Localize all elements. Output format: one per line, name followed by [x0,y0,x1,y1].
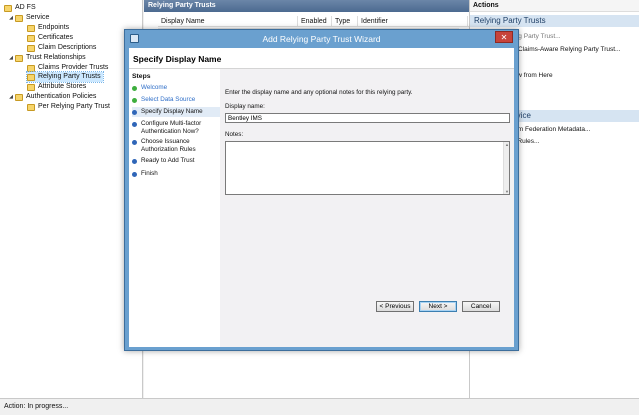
folder-icon [27,24,35,32]
expand-arrow-icon[interactable]: ◢ [8,53,14,63]
step-status-icon [132,139,137,145]
tree-node-adfs[interactable]: AD FS [4,3,36,13]
status-bar: Action: In progress... [0,398,639,415]
tree-node-label: Claim Descriptions [38,44,97,51]
dialog-title: Add Relying Party Trust Wizard [262,34,381,44]
tree-node-claim-descriptions[interactable]: Claim Descriptions [27,43,96,53]
step-select-data-source[interactable]: Select Data Source [132,96,222,104]
tree-node-trust-relationships[interactable]: ◢ Trust Relationships [8,53,86,63]
column-header-enabled[interactable]: Enabled [298,16,332,26]
step-ready-to-add-trust: Ready to Add Trust [132,157,222,165]
console-tree: AD FS ◢ Service Endpoints Certificates Cl… [0,0,143,398]
page-header: Specify Display Name [129,48,514,69]
folder-icon [15,54,23,62]
tree-node-label: Relying Party Trusts [38,73,101,80]
step-configure-mfa: Configure Multi-factor Authentication No… [132,120,222,135]
action-item[interactable]: rom Federation Metadata... [512,126,590,133]
step-status-icon [132,97,137,103]
display-name-label: Display name: [225,103,265,110]
tree-node-label: Certificates [38,34,74,41]
step-label: Welcome [141,84,168,91]
step-finish: Finish [132,170,222,178]
folder-icon [27,103,35,111]
instruction-text: Enter the display name and any optional … [225,89,413,96]
folder-icon [27,73,35,81]
close-button[interactable]: ✕ [495,31,513,43]
scroll-down-icon[interactable]: ▼ [504,189,510,194]
step-label: Choose Issuance Authorization Rules [141,138,196,153]
tree-node-label: Authentication Policies [26,93,97,100]
tree-node-relying-party-trusts[interactable]: Relying Party Trusts [26,71,104,83]
tree-node-label: Per Relying Party Trust [38,103,110,110]
tree-node-service[interactable]: ◢ Service [8,13,49,23]
steps-panel: Steps Welcome Select Data Source Specify… [129,69,222,347]
folder-icon [4,4,12,12]
scroll-up-icon[interactable]: ▲ [504,142,510,147]
step-label: Specify Display Name [141,108,203,115]
step-status-icon [132,109,137,115]
action-item[interactable]: Claims-Aware Relying Party Trust... [518,46,620,53]
step-status-icon [132,158,137,164]
tree-node-per-relying-party-trust[interactable]: Per Relying Party Trust [27,102,110,112]
tree-node-attribute-stores[interactable]: Attribute Stores [27,82,86,92]
step-label: Select Data Source [141,96,196,103]
cancel-button[interactable]: Cancel [462,301,500,312]
previous-button[interactable]: < Previous [376,301,414,312]
actions-header: Actions [470,0,639,12]
steps-heading: Steps [132,73,151,80]
display-name-input[interactable] [225,113,510,123]
folder-icon [27,83,35,91]
tree-node-label: Trust Relationships [26,54,86,61]
column-headers: Display Name Enabled Type Identifier [158,16,469,27]
title-bar[interactable]: Add Relying Party Trust Wizard ✕ [125,30,518,48]
column-header-type[interactable]: Type [332,16,358,26]
step-status-icon [132,171,137,177]
tree-node-authentication-policies[interactable]: ◢ Authentication Policies [8,92,96,102]
step-welcome[interactable]: Welcome [132,84,222,92]
notes-container: ▲ ▼ [225,141,510,195]
tree-node-label: Attribute Stores [38,83,87,90]
expand-arrow-icon[interactable]: ◢ [8,13,14,23]
step-status-icon [132,85,137,91]
tree-node-endpoints[interactable]: Endpoints [27,23,69,33]
folder-icon [27,64,35,72]
tree-node-label: Service [26,14,50,21]
notes-textarea[interactable] [225,141,510,195]
step-issuance-authorization-rules: Choose Issuance Authorization Rules [132,138,222,153]
tree-node-label: AD FS [15,4,36,11]
step-label: Ready to Add Trust [141,157,195,164]
next-button[interactable]: Next > [419,301,457,312]
column-header-display-name[interactable]: Display Name [158,16,298,26]
folder-icon [15,93,23,101]
actions-section-relying-party-trusts[interactable]: Relying Party Trusts [470,15,639,27]
add-relying-party-trust-wizard: Add Relying Party Trust Wizard ✕ Specify… [124,29,519,351]
notes-scrollbar[interactable]: ▲ ▼ [503,142,509,194]
folder-icon [27,44,35,52]
expand-arrow-icon[interactable]: ◢ [8,92,14,102]
tree-node-label: Endpoints [38,24,70,31]
folder-icon [15,14,23,22]
notes-label: Notes: [225,131,244,138]
step-label: Configure Multi-factor Authentication No… [141,120,202,135]
step-status-icon [132,121,137,127]
step-specify-display-name: Specify Display Name [132,107,222,117]
folder-icon [27,34,35,42]
step-label: Finish [141,170,158,177]
column-header-identifier[interactable]: Identifier [358,16,468,26]
results-pane-header: Relying Party Trusts [144,0,469,12]
page-title: Specify Display Name [133,54,222,64]
tree-node-certificates[interactable]: Certificates [27,33,73,43]
